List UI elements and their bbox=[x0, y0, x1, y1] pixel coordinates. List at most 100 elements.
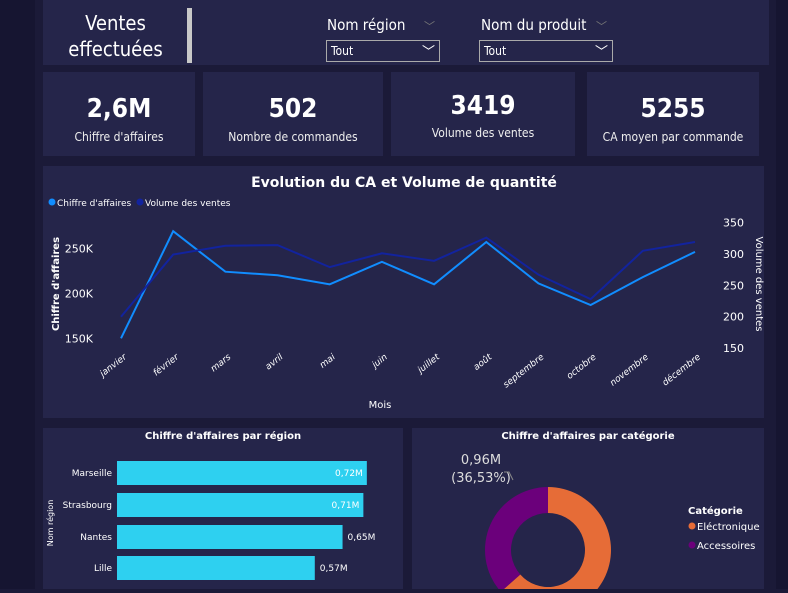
header-panel: Ventes effectuées Nom région ﹀ Tout ﹀ Nom … bbox=[43, 0, 769, 65]
bar[interactable] bbox=[117, 525, 343, 549]
y2-tick-label: 150 bbox=[723, 342, 744, 355]
data-point[interactable] bbox=[589, 297, 593, 301]
kpi-card: 502 Nombre de commandes bbox=[203, 72, 383, 156]
filter-product-value: Tout bbox=[484, 44, 507, 58]
title-line1: Ventes bbox=[85, 11, 146, 35]
bar-data-label: 0,71M bbox=[332, 501, 360, 511]
page-title: Ventes effectuées bbox=[43, 10, 188, 62]
kpi-value: 5255 bbox=[640, 94, 706, 124]
data-point[interactable] bbox=[223, 270, 227, 274]
donut-annotation-pct: (36,53%) bbox=[451, 471, 511, 486]
divider bbox=[187, 8, 192, 63]
bar-data-label: 0,57M bbox=[320, 564, 348, 574]
y-tick-label: 150K bbox=[65, 332, 94, 345]
data-point[interactable] bbox=[641, 275, 645, 279]
right-strip bbox=[776, 0, 788, 589]
data-point[interactable] bbox=[276, 273, 280, 277]
kpi-value: 502 bbox=[268, 94, 318, 124]
series-line-ca[interactable] bbox=[120, 229, 696, 339]
chart-title: Evolution du CA et Volume de quantité bbox=[251, 175, 557, 191]
data-point[interactable] bbox=[328, 282, 332, 286]
y2-tick-label: 200 bbox=[723, 311, 744, 324]
line-chart: Evolution du CA et Volume de quantité Ch… bbox=[48, 175, 764, 411]
title-line2: effectuées bbox=[68, 37, 163, 61]
bar[interactable] bbox=[117, 493, 364, 517]
kpi-card: 5255 CA moyen par commande bbox=[587, 72, 759, 156]
x-axis-title: Mois bbox=[369, 400, 392, 411]
legend-dot bbox=[136, 198, 144, 206]
x-tick-label: mars bbox=[209, 352, 233, 374]
data-point[interactable] bbox=[484, 240, 488, 244]
bar-category-label: Strasbourg bbox=[63, 501, 112, 511]
series-line-volume[interactable] bbox=[120, 236, 696, 318]
kpi-card: 2,6M Chiffre d'affaires bbox=[43, 72, 195, 156]
chart-title: Chiffre d'affaires par région bbox=[145, 430, 301, 442]
data-point[interactable] bbox=[536, 273, 540, 277]
y-tick-label: 200K bbox=[65, 287, 94, 300]
data-point[interactable] bbox=[432, 282, 436, 286]
x-tick-label: avril bbox=[264, 352, 286, 372]
data-point[interactable] bbox=[276, 243, 280, 247]
kpi-card: 3419 Volume des ventes bbox=[391, 72, 575, 156]
y2-tick-label: 300 bbox=[723, 248, 744, 261]
chevron-down-icon[interactable]: ﹀ bbox=[424, 18, 435, 34]
bar-category-label: Marseille bbox=[72, 469, 113, 479]
legend-electronique[interactable]: Eléctronique bbox=[697, 521, 760, 533]
bar[interactable] bbox=[117, 461, 367, 485]
data-point[interactable] bbox=[484, 236, 488, 240]
chart-title: Chiffre d'affaires par catégorie bbox=[501, 430, 675, 442]
x-tick-label: décembre bbox=[660, 351, 703, 388]
data-point[interactable] bbox=[641, 249, 645, 253]
data-point[interactable] bbox=[693, 240, 697, 244]
data-point[interactable] bbox=[328, 265, 332, 269]
filter-product-select[interactable]: Tout ﹀ bbox=[479, 40, 613, 62]
data-point[interactable] bbox=[432, 259, 436, 263]
legend-dot bbox=[688, 522, 696, 530]
legend-ca[interactable]: Chiffre d'affaires bbox=[57, 199, 132, 209]
category-donut-panel: Chiffre d'affaires par catégorie 0,96M (… bbox=[412, 428, 764, 593]
filter-region-label: Nom région bbox=[327, 16, 406, 34]
filter-region-value: Tout bbox=[331, 44, 354, 58]
bar[interactable] bbox=[117, 556, 315, 580]
x-tick-label: mai bbox=[318, 352, 338, 371]
kpi-label: Volume des ventes bbox=[431, 126, 535, 140]
data-point[interactable] bbox=[171, 229, 175, 233]
donut-chart: Chiffre d'affaires par catégorie 0,96M (… bbox=[451, 430, 760, 593]
data-point[interactable] bbox=[119, 315, 123, 319]
donut-slice[interactable] bbox=[485, 487, 548, 592]
kpi-label: CA moyen par commande bbox=[602, 130, 744, 144]
chevron-down-icon: ﹀ bbox=[421, 45, 435, 60]
y-axis-title: Chiffre d'affaires bbox=[51, 237, 62, 331]
bar-data-label: 0,65M bbox=[348, 533, 376, 543]
legend-volume[interactable]: Volume des ventes bbox=[145, 199, 231, 209]
y2-tick-label: 350 bbox=[723, 217, 744, 230]
x-tick-label: juin bbox=[369, 352, 390, 371]
x-tick-label: janvier bbox=[97, 352, 130, 381]
data-point[interactable] bbox=[380, 251, 384, 255]
x-tick-label: août bbox=[471, 351, 494, 372]
data-point[interactable] bbox=[223, 244, 227, 248]
legend-dot bbox=[48, 198, 56, 206]
data-point[interactable] bbox=[119, 336, 123, 340]
x-tick-label: novembre bbox=[608, 352, 651, 388]
data-point[interactable] bbox=[380, 260, 384, 264]
data-point[interactable] bbox=[693, 250, 697, 254]
bar-chart: Chiffre d'affaires par région Nom région… bbox=[45, 430, 376, 580]
x-tick-label: octobre bbox=[565, 352, 599, 381]
data-point[interactable] bbox=[171, 253, 175, 257]
legend-dot bbox=[688, 541, 696, 549]
chevron-down-icon[interactable]: ﹀ bbox=[596, 18, 607, 34]
data-point[interactable] bbox=[536, 281, 540, 285]
donut-annotation-value: 0,96M bbox=[461, 453, 501, 468]
kpi-label: Chiffre d'affaires bbox=[74, 130, 164, 144]
chevron-down-icon: ﹀ bbox=[594, 45, 608, 60]
data-point[interactable] bbox=[589, 303, 593, 307]
y-axis-title: Nom région bbox=[45, 500, 55, 547]
filter-region-select[interactable]: Tout ﹀ bbox=[326, 40, 440, 62]
filter-product-label: Nom du produit bbox=[481, 16, 587, 34]
y2-tick-label: 250 bbox=[723, 279, 744, 292]
legend-accessoires[interactable]: Accessoires bbox=[697, 541, 755, 552]
kpi-value: 3419 bbox=[450, 91, 516, 121]
x-tick-label: septembre bbox=[502, 352, 547, 390]
x-tick-label: février bbox=[151, 351, 182, 379]
